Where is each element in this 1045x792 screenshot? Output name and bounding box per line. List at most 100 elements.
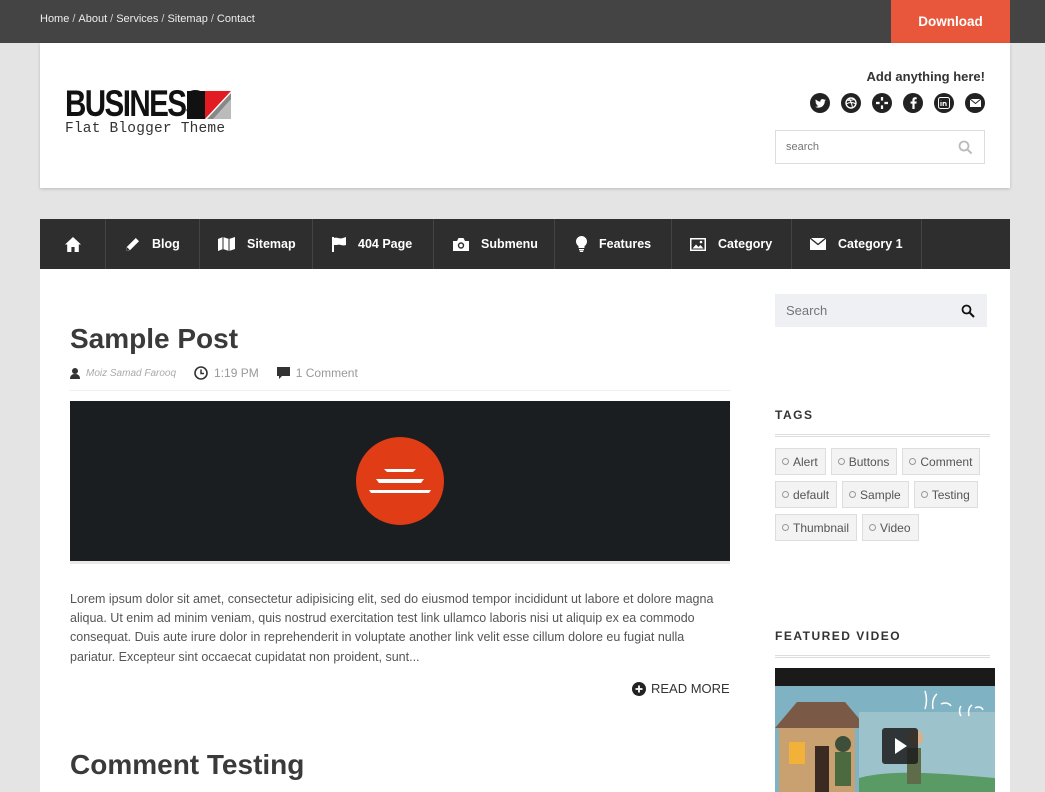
read-more-label: READ MORE (651, 681, 730, 696)
search-icon[interactable] (958, 140, 973, 155)
tag-comment[interactable]: Comment (902, 448, 981, 475)
site-logo[interactable]: BUSINESS Flat Blogger Theme (65, 85, 238, 137)
nav-item-category[interactable]: Category (672, 219, 792, 269)
bullet-icon (837, 458, 845, 465)
tag-label: Testing (931, 487, 970, 502)
lightbulb-icon (576, 236, 587, 252)
tag-buttons[interactable]: Buttons (830, 448, 898, 475)
video-logo-icon (356, 437, 444, 525)
post-meta: Moiz Samad Farooq 1:19 PM 1 Comment (70, 366, 376, 380)
twitter-icon[interactable] (810, 93, 830, 113)
top-link-contact[interactable]: Contact (217, 13, 255, 25)
post-excerpt: Lorem ipsum dolor sit amet, consectetur … (70, 592, 714, 664)
nav-item-submenu[interactable]: Submenu (434, 219, 555, 269)
tag-cloud: Alert Buttons Comment default Sample Tes… (775, 448, 995, 547)
tag-label: Thumbnail (793, 520, 850, 535)
header-search-input[interactable] (776, 131, 946, 163)
flag-icon (332, 236, 346, 252)
featured-video-player[interactable] (775, 668, 995, 792)
post-comments[interactable]: 1 Comment (276, 366, 358, 380)
read-more-link[interactable]: READ MORE (632, 681, 730, 696)
nav-label: Submenu (481, 237, 538, 251)
comment-icon (276, 367, 290, 379)
social-icons (810, 93, 985, 113)
bullet-icon (782, 524, 789, 531)
dribbble-icon[interactable] (841, 93, 861, 113)
divider (775, 434, 990, 437)
tag-alert[interactable]: Alert (775, 448, 826, 475)
bullet-icon (849, 491, 857, 498)
download-button[interactable]: Download (891, 0, 1010, 43)
nav-label: Category 1 (838, 237, 903, 251)
bullet-icon (782, 491, 789, 498)
top-link-services[interactable]: Services (116, 13, 158, 25)
facebook-icon[interactable] (903, 93, 923, 113)
clock-icon (194, 366, 208, 380)
separator: / (210, 13, 214, 25)
nav-item-blog[interactable]: Blog (106, 219, 200, 269)
top-links: Home / About / Services / Sitemap / Contact (40, 13, 255, 25)
tag-label: Buttons (848, 454, 890, 469)
user-icon (70, 367, 80, 379)
nav-item-sitemap[interactable]: Sitemap (200, 219, 313, 269)
post-video-thumbnail[interactable] (70, 401, 730, 561)
envelope-icon (810, 238, 826, 250)
nav-item-category-1[interactable]: Category 1 (792, 219, 922, 269)
top-link-sitemap[interactable]: Sitemap (167, 13, 207, 25)
nav-label: Category (718, 237, 773, 251)
post-time-text: 1:19 PM (214, 366, 259, 380)
top-bar: Home / About / Services / Sitemap / Contact Down… (0, 0, 1045, 43)
divider (70, 390, 730, 391)
post-author[interactable]: Moiz Samad Farooq (70, 367, 177, 379)
tag-testing[interactable]: Testing (913, 481, 978, 508)
post-title-2[interactable]: Comment Testing (70, 749, 304, 781)
home-icon (64, 236, 81, 252)
post-time: 1:19 PM (194, 366, 259, 380)
sidebar-search-input[interactable] (775, 294, 945, 327)
separator: / (110, 13, 114, 25)
search-icon[interactable] (961, 304, 975, 318)
divider (70, 561, 730, 564)
bullet-icon (920, 491, 928, 498)
logo-title: BUSINESS (65, 83, 205, 124)
main-navigation: Blog Sitemap 404 Page Submenu Features C… (40, 219, 1010, 269)
delicious-icon[interactable] (872, 93, 892, 113)
top-link-about[interactable]: About (78, 13, 107, 25)
tag-label: Video (880, 520, 911, 535)
tag-label: Comment (920, 454, 973, 469)
featured-video-widget-title: FEATURED VIDEO (775, 629, 902, 643)
divider (775, 655, 990, 658)
nav-label: Sitemap (247, 237, 296, 251)
tag-sample[interactable]: Sample (842, 481, 909, 508)
email-icon[interactable] (965, 93, 985, 113)
tag-video[interactable]: Video (862, 514, 919, 541)
nav-item-404-page[interactable]: 404 Page (313, 219, 434, 269)
plus-circle-icon (632, 681, 646, 696)
nav-item-features[interactable]: Features (555, 219, 672, 269)
bullet-icon (869, 524, 877, 531)
header-ad-text: Add anything here! (866, 69, 985, 84)
bullet-icon (782, 458, 789, 465)
post-title[interactable]: Sample Post (70, 323, 238, 355)
author-name: Moiz Samad Farooq (86, 367, 177, 379)
site-header: BUSINESS Flat Blogger Theme Add anything… (40, 43, 1010, 188)
tag-label: default (793, 487, 830, 502)
logo-mark-icon (187, 91, 231, 119)
sidebar-search (775, 294, 987, 327)
video-thumbnail-image (775, 668, 995, 792)
separator: / (72, 13, 76, 25)
picture-icon (690, 237, 706, 251)
bullet-icon (909, 458, 917, 465)
map-icon (218, 237, 235, 251)
nav-label: Blog (152, 237, 180, 251)
comment-count: 1 Comment (295, 366, 358, 380)
pencil-icon (126, 237, 139, 251)
separator: / (161, 13, 165, 25)
nav-item-home[interactable] (40, 219, 106, 269)
linkedin-icon[interactable] (934, 93, 954, 113)
tag-label: Sample (860, 487, 901, 502)
tag-label: Alert (793, 454, 818, 469)
top-link-home[interactable]: Home (40, 13, 69, 25)
tag-default[interactable]: default (775, 481, 838, 508)
tag-thumbnail[interactable]: Thumbnail (775, 514, 858, 541)
